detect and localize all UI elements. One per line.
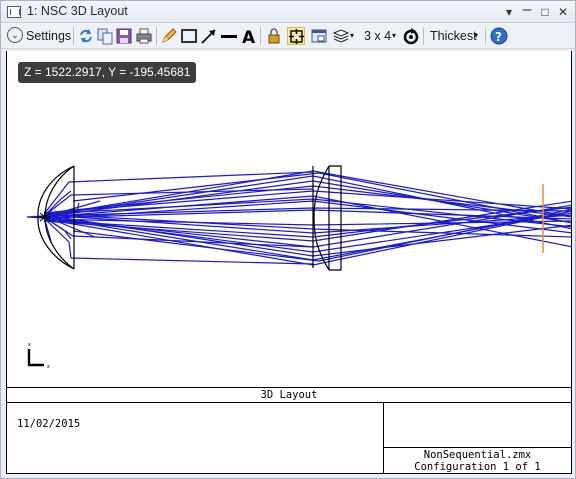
- toolbar-divider: [73, 27, 74, 45]
- arrow-icon[interactable]: [200, 27, 218, 45]
- toolbar-divider: [423, 27, 424, 45]
- nsc-3d-layout-window: 1: NSC 3D Layout ▾ – □ ✕ ⌄ Settings A ▾ …: [0, 0, 576, 479]
- configuration-label: Configuration 1 of 1: [414, 461, 541, 473]
- layers-icon[interactable]: [332, 27, 350, 45]
- title-bar[interactable]: 1: NSC 3D Layout ▾ – □ ✕: [1, 1, 575, 23]
- settings-button[interactable]: Settings: [26, 26, 71, 46]
- pencil-icon[interactable]: [160, 27, 178, 45]
- window-title: 1: NSC 3D Layout: [27, 4, 128, 18]
- line-thickness-button[interactable]: Thickest: [430, 26, 477, 46]
- ray-traces: [26, 170, 571, 266]
- toolbar: ⌄ Settings A ▾ 3 x 4 ▾ Thickest ▾ ?: [1, 23, 575, 49]
- close-button[interactable]: ✕: [555, 4, 571, 20]
- minimize-button[interactable]: –: [519, 2, 535, 20]
- rotate-icon[interactable]: [402, 27, 420, 45]
- grid-dropdown-icon[interactable]: ▾: [392, 26, 396, 46]
- thickness-dropdown-icon[interactable]: ▾: [474, 26, 478, 46]
- toolbar-divider: [260, 27, 261, 45]
- info-divider-horizontal: [383, 447, 571, 448]
- svg-text:?: ?: [495, 30, 502, 44]
- svg-text:A: A: [242, 28, 256, 45]
- maximize-button[interactable]: □: [537, 4, 553, 20]
- grid-size-button[interactable]: 3 x 4: [364, 26, 391, 46]
- toolbar-divider: [156, 27, 157, 45]
- layers-dropdown-icon[interactable]: ▾: [350, 26, 354, 46]
- cursor-coordinate-readout: Z = 1522.2917, Y = -195.45681: [18, 62, 197, 83]
- file-name: NonSequential.zmx: [423, 449, 532, 461]
- rectangle-icon[interactable]: [180, 27, 198, 45]
- dropdown-icon[interactable]: ▾: [501, 4, 517, 20]
- toolbar-divider: [485, 27, 486, 45]
- axis-indicator: [27, 349, 44, 367]
- window-app-icon: [7, 6, 21, 18]
- copy-icon[interactable]: [96, 27, 114, 45]
- text-icon[interactable]: A: [240, 27, 258, 45]
- axis-x-label: x: [28, 342, 31, 348]
- fit-icon[interactable]: [287, 27, 305, 45]
- settings-chevron-icon[interactable]: ⌄: [7, 27, 23, 43]
- window-icon[interactable]: [310, 27, 328, 45]
- save-icon[interactable]: [115, 27, 133, 45]
- axis-z-label: z: [47, 364, 50, 370]
- file-info: NonSequential.zmx Configuration 1 of 1: [384, 449, 571, 473]
- plot-info-box: 3D Layout 11/02/2015 NonSequential.zmx C…: [6, 387, 572, 474]
- lock-icon[interactable]: [265, 27, 283, 45]
- plot-date: 11/02/2015: [17, 418, 81, 430]
- plot-title: 3D Layout: [7, 388, 571, 403]
- print-icon[interactable]: [135, 27, 153, 45]
- refresh-icon[interactable]: [77, 27, 95, 45]
- layout-plot-area[interactable]: x z Z = 1522.2917, Y = -195.45681: [6, 51, 572, 388]
- line-icon[interactable]: [220, 27, 238, 45]
- optical-layout-drawing: x z: [26, 165, 571, 370]
- help-icon[interactable]: ?: [490, 27, 508, 45]
